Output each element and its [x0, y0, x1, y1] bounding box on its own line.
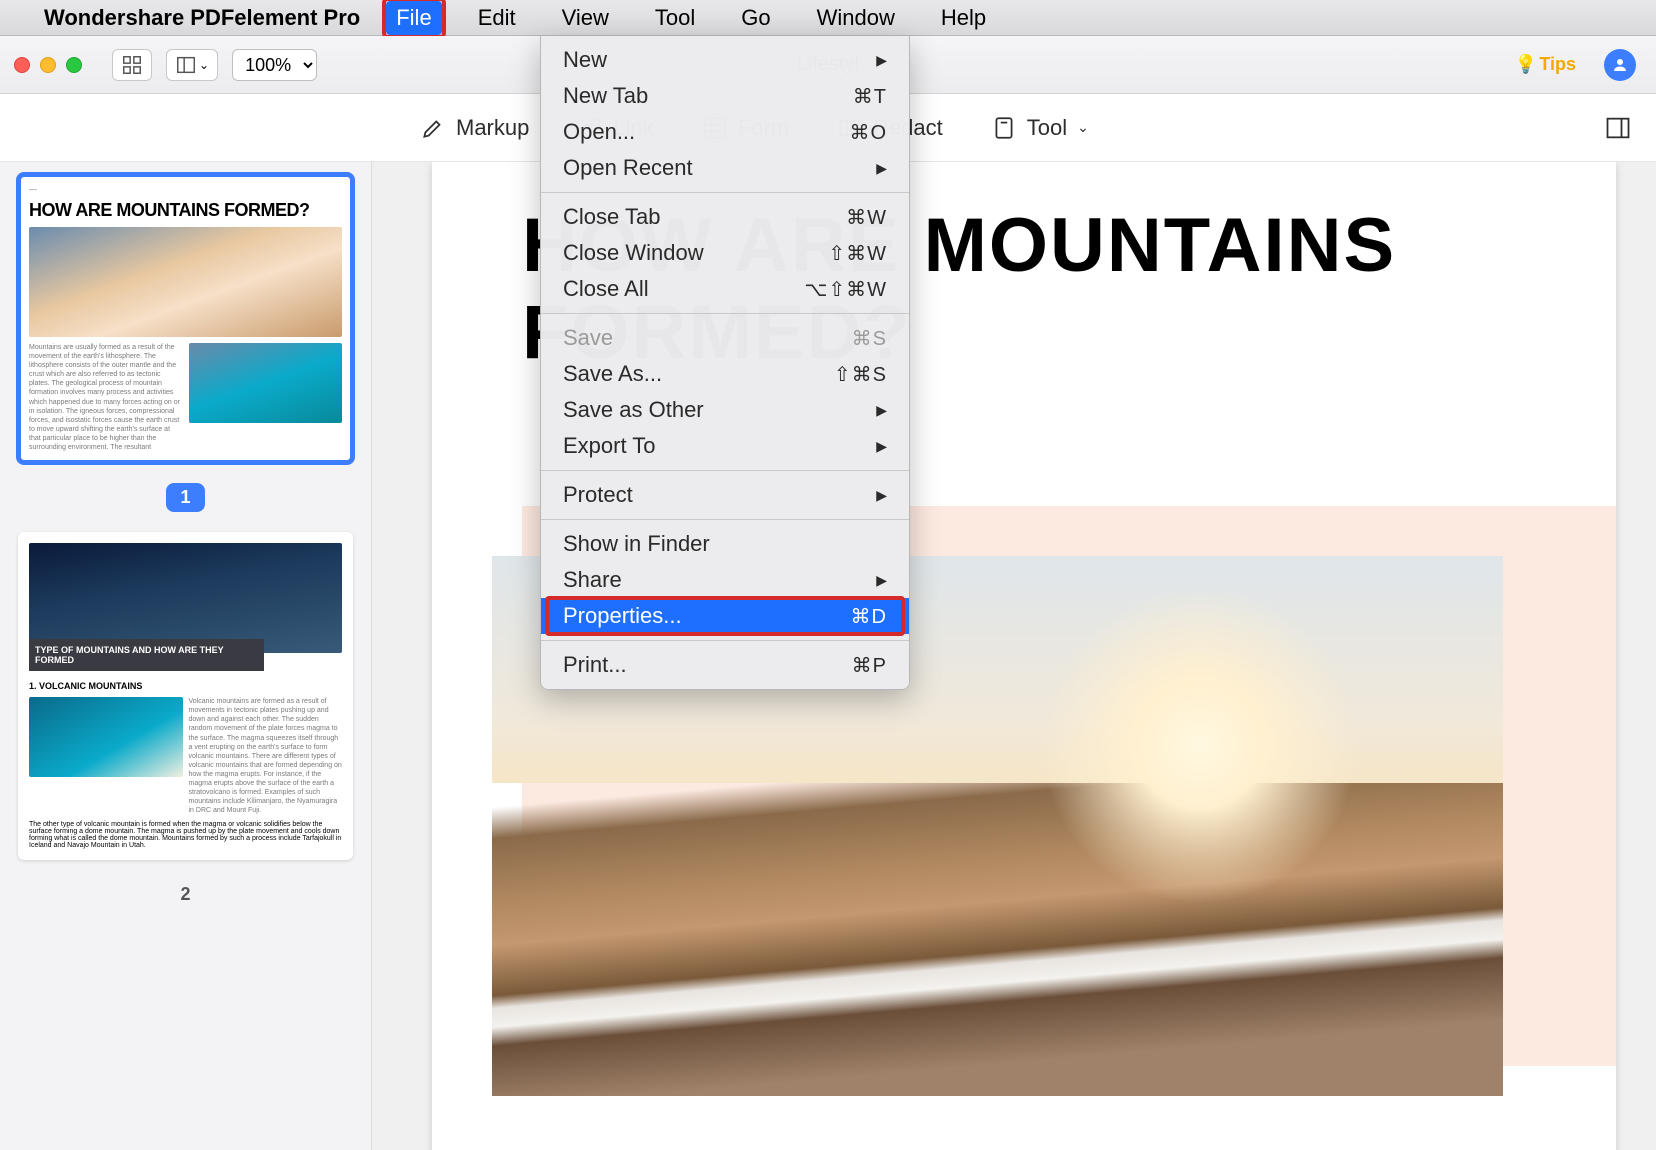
submenu-arrow-icon: ▶	[876, 160, 887, 177]
thumb-image	[29, 543, 342, 653]
menu-shortcut: ⌘S	[852, 326, 887, 351]
menu-item-label: New Tab	[563, 83, 648, 109]
file-menu-dropdown: New ▶ New Tab ⌘T Open... ⌘O Open Recent ▶ Close …	[540, 36, 910, 690]
page-number-2: 2	[166, 880, 204, 909]
menu-item-label: Show in Finder	[563, 531, 710, 557]
menu-item-label: Open...	[563, 119, 635, 145]
file-menu-item-new-tab[interactable]: New Tab ⌘T	[541, 78, 909, 114]
menu-item-label: Open Recent	[563, 155, 693, 181]
minimize-window-button[interactable]	[40, 57, 56, 73]
menu-shortcut: ⌘T	[853, 84, 887, 109]
thumb-title: HOW ARE MOUNTAINS FORMED?	[29, 200, 342, 221]
thumb-overlay-title: TYPE OF MOUNTAINS AND HOW ARE THEY FORME…	[29, 639, 264, 671]
menu-shortcut: ⌘W	[846, 205, 887, 230]
thumb-image-small	[29, 697, 183, 777]
thumb-image	[29, 227, 342, 337]
file-menu-item-close-tab[interactable]: Close Tab ⌘W	[541, 199, 909, 235]
file-menu-item-close-all[interactable]: Close All ⌥⇧⌘W	[541, 271, 909, 307]
thumb-eyebrow: —	[29, 185, 342, 194]
page-thumbnail-1[interactable]: — HOW ARE MOUNTAINS FORMED? Mountains ar…	[18, 174, 353, 463]
menu-item-label: Share	[563, 567, 622, 593]
markup-label: Markup	[456, 115, 529, 141]
menu-item-label: Protect	[563, 482, 633, 508]
file-menu-item-new[interactable]: New ▶	[541, 42, 909, 78]
menu-help[interactable]: Help	[931, 1, 996, 35]
zoom-select[interactable]: 100%	[232, 49, 317, 81]
file-menu-item-properties-[interactable]: Properties... ⌘D	[541, 598, 909, 634]
menu-shortcut: ⌘O	[849, 120, 887, 145]
menu-file[interactable]: File	[386, 1, 441, 35]
split-view-button[interactable]	[1604, 114, 1632, 142]
system-menubar: Wondershare PDFelement Pro File Edit Vie…	[0, 0, 1656, 36]
file-menu-item-share[interactable]: Share ▶	[541, 562, 909, 598]
menu-tool[interactable]: Tool	[645, 1, 705, 35]
maximize-window-button[interactable]	[66, 57, 82, 73]
app-name[interactable]: Wondershare PDFelement Pro	[44, 5, 360, 31]
menu-item-label: Properties...	[563, 603, 682, 629]
file-menu-item-open-recent[interactable]: Open Recent ▶	[541, 150, 909, 186]
menu-shortcut: ⌥⇧⌘W	[804, 277, 887, 302]
file-menu-item-protect[interactable]: Protect ▶	[541, 477, 909, 513]
menu-shortcut: ⇧⌘S	[834, 362, 887, 387]
submenu-arrow-icon: ▶	[876, 402, 887, 419]
menu-go[interactable]: Go	[731, 1, 780, 35]
thumbnails-view-button[interactable]	[112, 49, 152, 81]
thumb-text-col: Volcanic mountains are formed as a resul…	[189, 697, 343, 815]
tool-label: Tool	[1027, 115, 1067, 141]
thumbnail-sidebar[interactable]: — HOW ARE MOUNTAINS FORMED? Mountains ar…	[0, 162, 372, 1150]
submenu-arrow-icon: ▶	[876, 572, 887, 589]
file-menu-item-show-in-finder[interactable]: Show in Finder	[541, 526, 909, 562]
menu-item-label: New	[563, 47, 607, 73]
submenu-arrow-icon: ▶	[876, 52, 887, 69]
menu-item-label: Close Window	[563, 240, 704, 266]
close-window-button[interactable]	[14, 57, 30, 73]
menu-window[interactable]: Window	[807, 1, 905, 35]
panel-layout-button[interactable]: ⌄	[166, 49, 218, 81]
menu-item-label: Print...	[563, 652, 627, 678]
thumb-section-heading: 1. VOLCANIC MOUNTAINS	[29, 681, 342, 691]
file-menu-item-export-to[interactable]: Export To ▶	[541, 428, 909, 464]
menu-item-label: Close Tab	[563, 204, 660, 230]
menu-item-label: Save	[563, 325, 613, 351]
thumb-image-small	[189, 343, 343, 423]
menu-item-label: Close All	[563, 276, 649, 302]
menu-shortcut: ⇧⌘W	[828, 241, 887, 266]
file-menu-item-save[interactable]: Save ⌘S	[541, 320, 909, 356]
thumb-footer-text: The other type of volcanic mountain is f…	[29, 821, 342, 849]
file-menu-item-print-[interactable]: Print... ⌘P	[541, 647, 909, 683]
tool-button[interactable]: Tool ⌄	[991, 115, 1089, 141]
submenu-arrow-icon: ▶	[876, 438, 887, 455]
chevron-down-icon: ⌄	[1077, 119, 1089, 136]
file-menu-item-save-as-[interactable]: Save As... ⇧⌘S	[541, 356, 909, 392]
file-menu-item-save-as-other[interactable]: Save as Other ▶	[541, 392, 909, 428]
menu-view[interactable]: View	[552, 1, 619, 35]
menu-item-label: Save as Other	[563, 397, 704, 423]
menu-item-label: Save As...	[563, 361, 662, 387]
file-menu-item-close-window[interactable]: Close Window ⇧⌘W	[541, 235, 909, 271]
menu-shortcut: ⌘P	[852, 653, 887, 678]
menu-edit[interactable]: Edit	[468, 1, 526, 35]
tips-button[interactable]: Tips	[1515, 54, 1576, 75]
markup-button[interactable]: Markup	[420, 115, 529, 141]
menu-item-label: Export To	[563, 433, 656, 459]
traffic-lights	[14, 57, 82, 73]
thumb-text-col: Mountains are usually formed as a result…	[29, 343, 183, 452]
submenu-arrow-icon: ▶	[876, 487, 887, 504]
page-number-badge-1: 1	[166, 483, 204, 512]
menu-shortcut: ⌘D	[851, 604, 887, 629]
user-avatar[interactable]	[1604, 49, 1636, 81]
page-thumbnail-2[interactable]: TYPE OF MOUNTAINS AND HOW ARE THEY FORME…	[18, 532, 353, 860]
file-menu-item-open-[interactable]: Open... ⌘O	[541, 114, 909, 150]
